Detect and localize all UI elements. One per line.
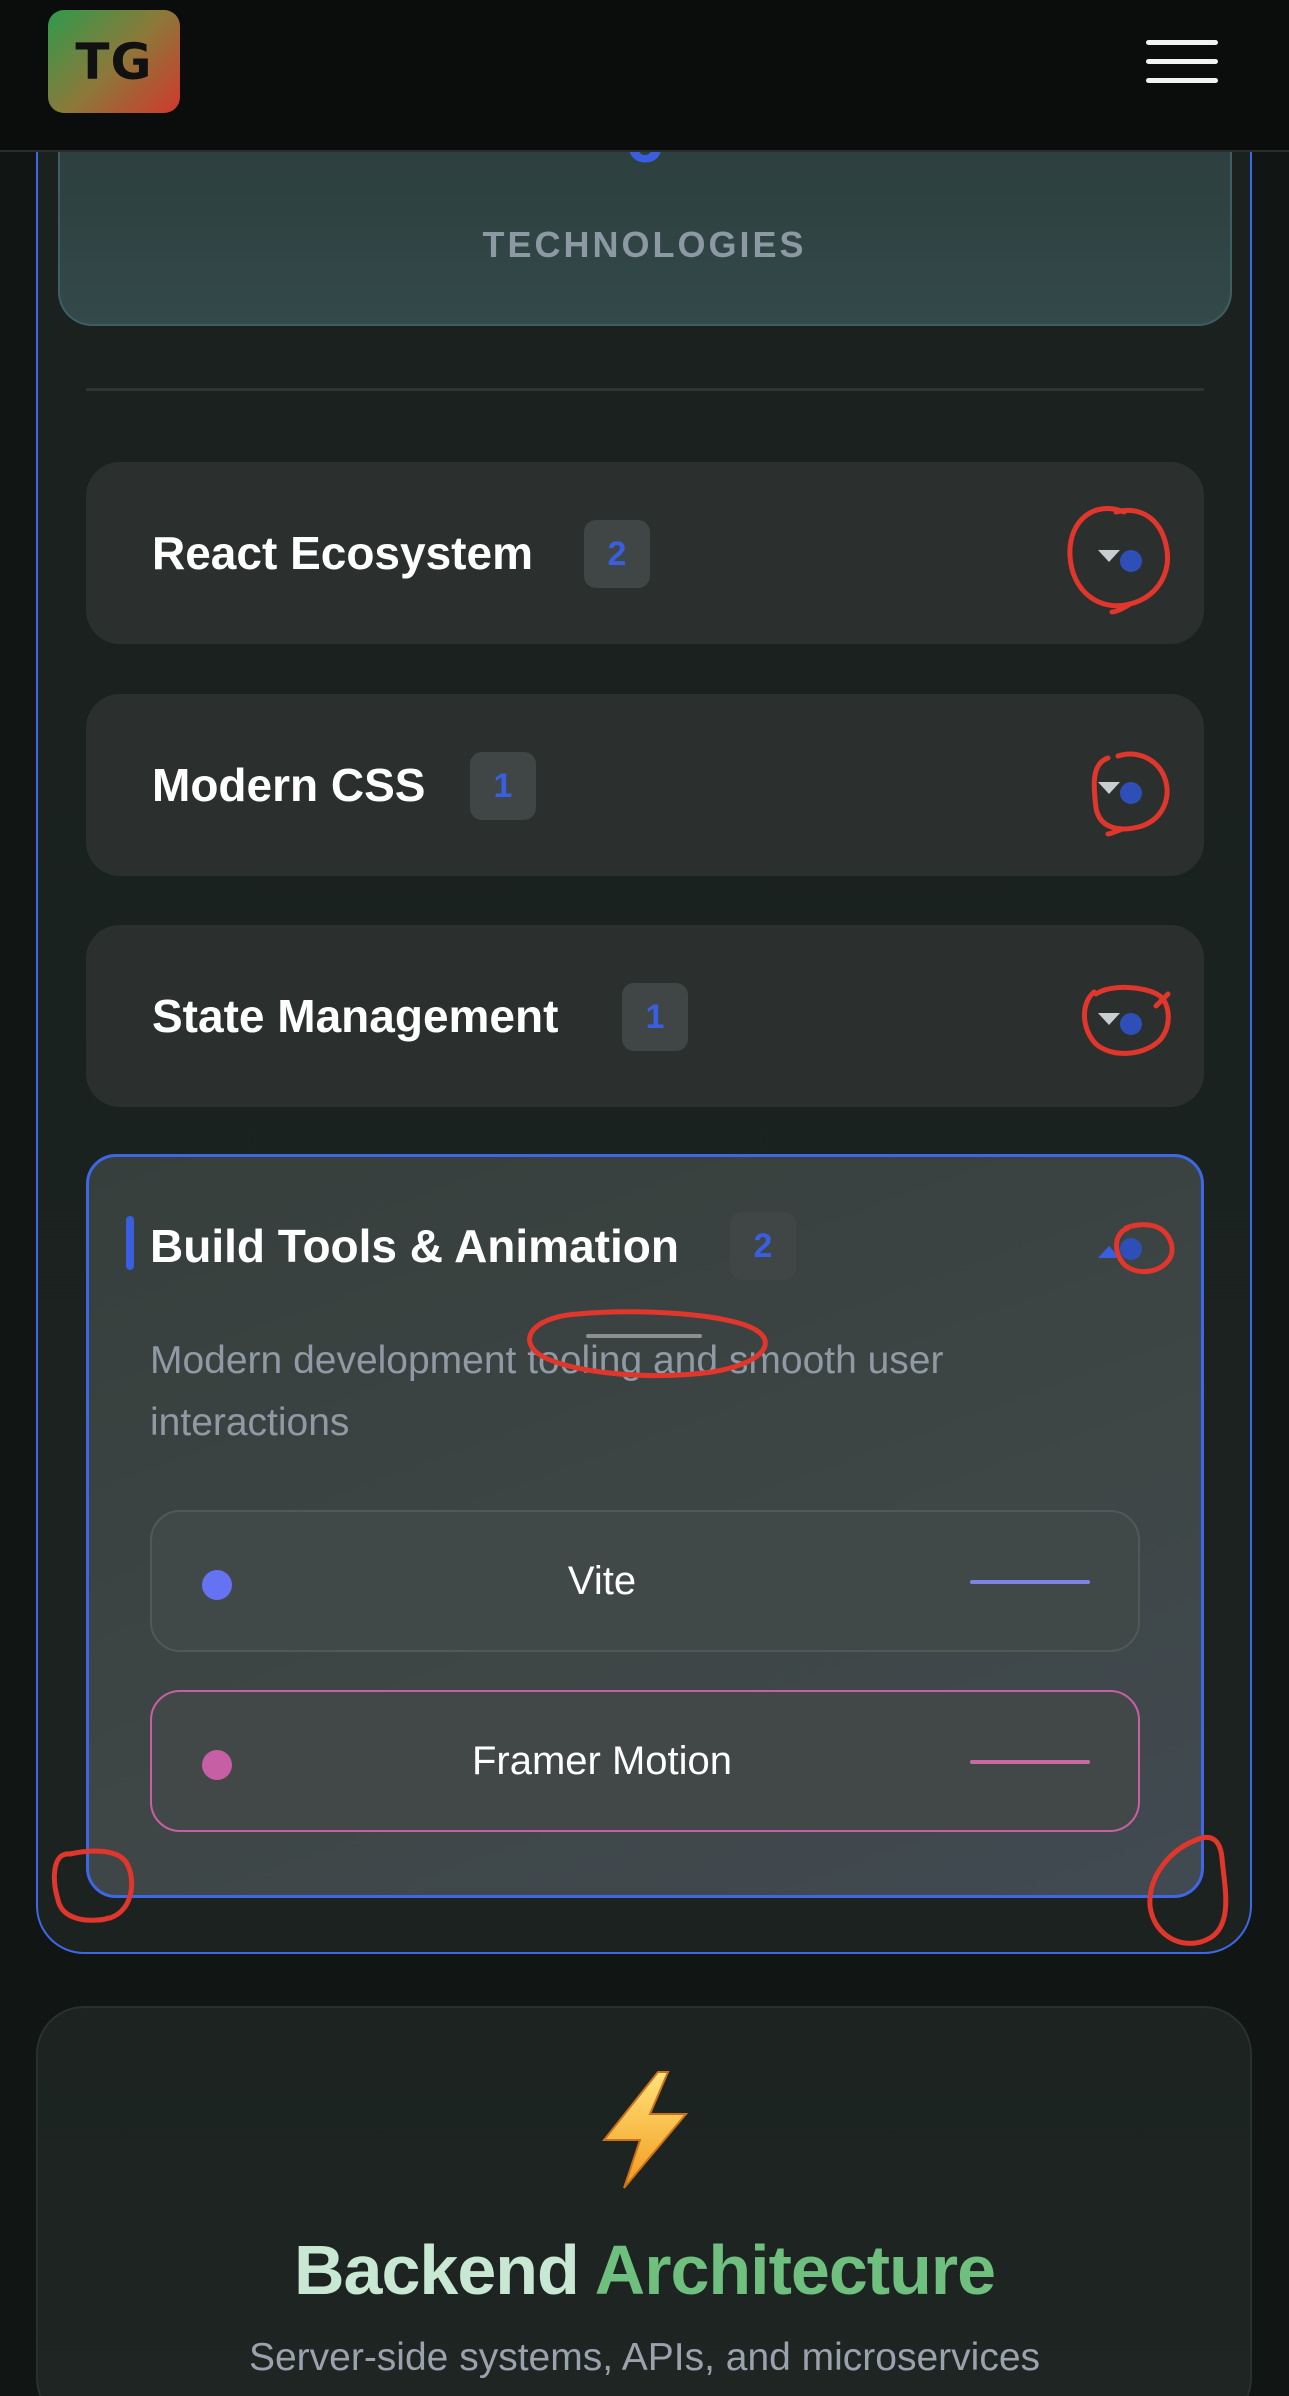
category-count-badge: 1 [622,983,688,1051]
category-title: Modern CSS [152,759,426,811]
category-count-badge: 2 [730,1212,796,1280]
backend-section-subtitle: Server-side systems, APIs, and microserv… [248,2336,1041,2379]
category-description: Modern development tooling and smooth us… [150,1339,944,1444]
expand-toggle-icon[interactable] [1098,542,1158,582]
backend-section-title: Backend Architecture [294,2231,996,2309]
category-title: React Ecosystem [152,527,533,579]
category-count-badge: 2 [584,520,650,588]
technology-count-label: TECHNOLOGIES [482,224,807,265]
expand-toggle-icon[interactable] [1098,1005,1158,1045]
tech-name: Framer Motion [471,1739,733,1783]
tech-item-vite[interactable]: Vite [150,1510,1140,1652]
category-state-management[interactable]: State Management 1 [86,925,1204,1107]
expand-toggle-icon[interactable] [1098,774,1158,814]
tech-accent-line [970,1760,1090,1764]
tech-accent-line [970,1580,1090,1584]
site-logo[interactable]: TG [48,10,180,113]
lightning-bolt-icon [601,2071,689,2189]
category-react-ecosystem[interactable]: React Ecosystem 2 [86,462,1204,644]
category-count-badge: 1 [470,752,536,820]
tech-item-framer-motion[interactable]: Framer Motion [150,1690,1140,1832]
active-accent-bar [126,1216,134,1270]
hamburger-menu-icon[interactable] [1146,40,1218,84]
section-divider [86,388,1204,391]
category-modern-css[interactable]: Modern CSS 1 [86,694,1204,876]
tech-name: Vite [567,1559,637,1603]
category-title: Build Tools & Animation [150,1220,679,1272]
collapse-toggle-icon[interactable] [1098,1232,1158,1272]
top-header: TG [0,0,1289,152]
category-title: State Management [152,990,559,1042]
